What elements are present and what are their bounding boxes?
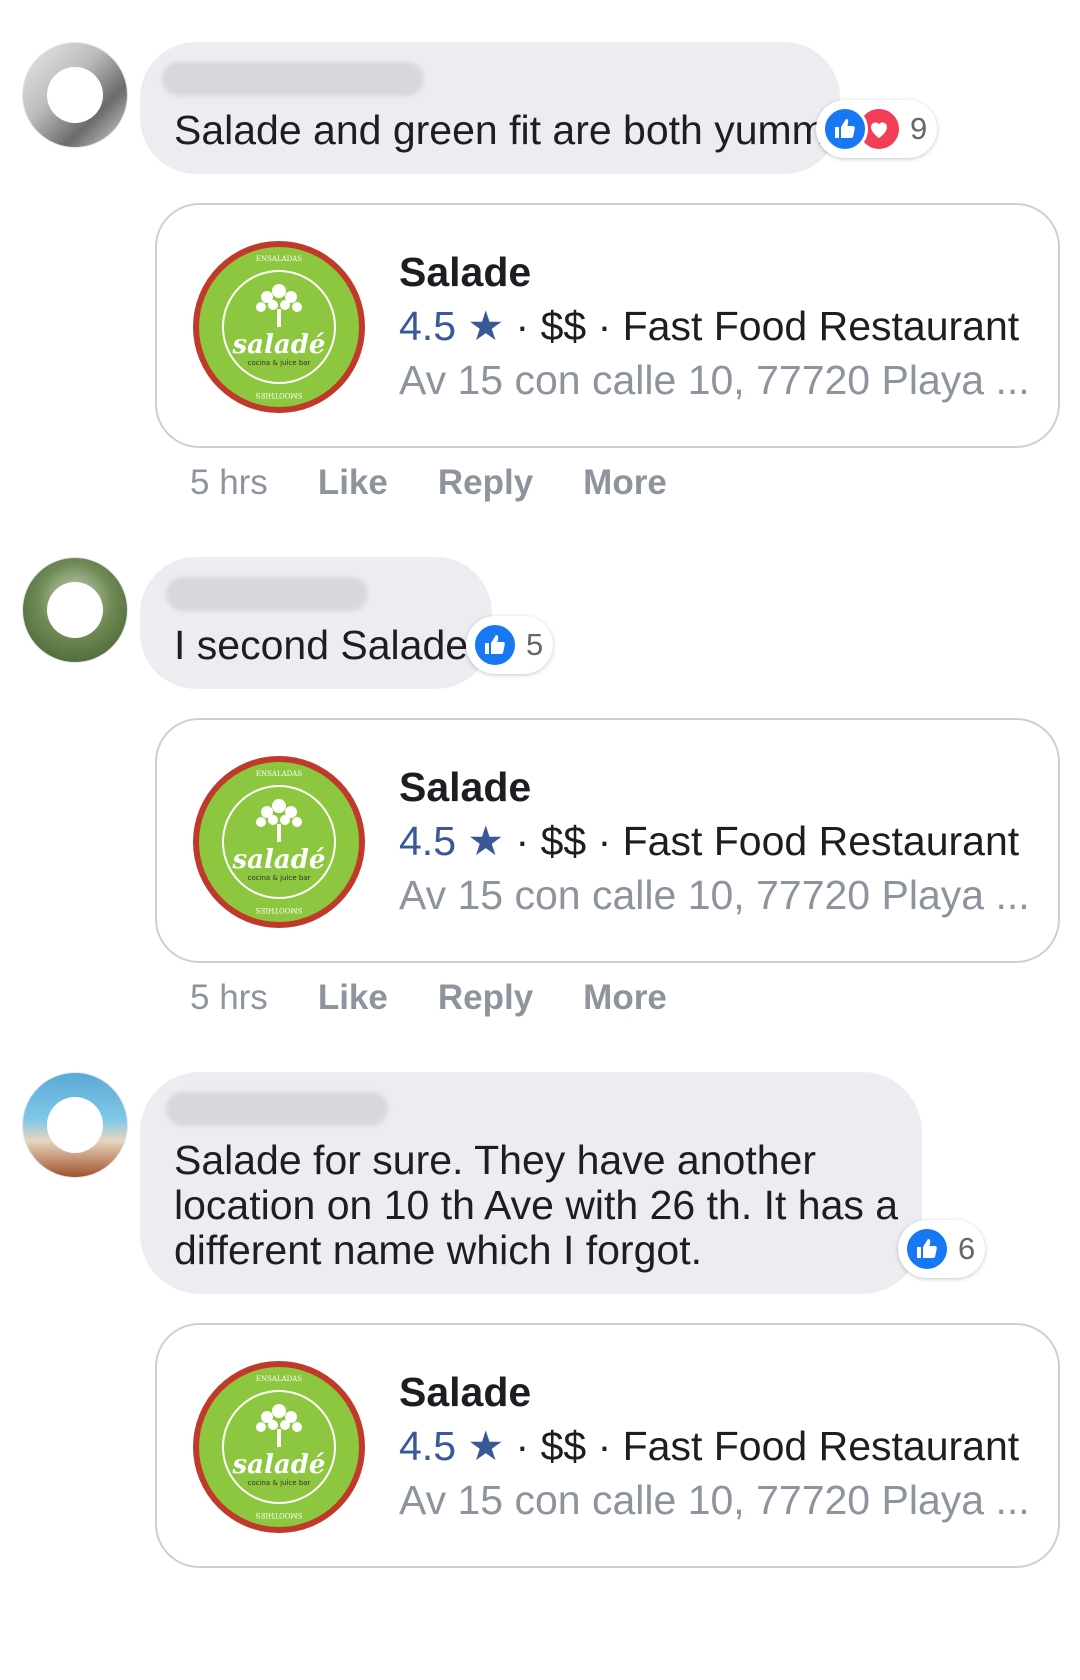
avatar-mask [47, 67, 103, 123]
place-meta: 4.5 ★ · $$ · Fast Food Restaurant [399, 817, 1019, 865]
like-icon [904, 1226, 950, 1272]
author-name-redacted[interactable] [166, 577, 368, 611]
timestamp[interactable]: 5 hrs [190, 978, 268, 1018]
place-card[interactable]: saladé cocina & juice bar ENSALADAS SMOO… [155, 1323, 1060, 1568]
place-price-category: · $$ · Fast Food Restaurant [504, 303, 1020, 349]
logo-ring-word: ENSALADAS [256, 1375, 302, 1383]
logo-tagline: cocina & juice bar [248, 359, 311, 367]
place-name: Salade [399, 1369, 532, 1415]
salade-logo: saladé cocina & juice bar ENSALADAS SMOO… [193, 1361, 365, 1533]
reaction-summary[interactable]: 6 [898, 1220, 986, 1278]
comment-text-line: Salade for sure. They have another [174, 1137, 816, 1183]
place-rating: 4.5 ★ [399, 1423, 505, 1469]
salade-logo: saladé cocina & juice bar ENSALADAS SMOO… [193, 241, 365, 413]
reaction-count: 6 [958, 1231, 976, 1266]
place-meta: 4.5 ★ · $$ · Fast Food Restaurant [399, 302, 1019, 350]
place-address: Av 15 con calle 10, 77720 Playa ... [399, 1477, 1030, 1523]
logo-tagline: cocina & juice bar [248, 1479, 311, 1487]
place-price-category: · $$ · Fast Food Restaurant [504, 818, 1020, 864]
comment-text-line: location on 10 th Ave with 26 th. It has… [174, 1182, 899, 1228]
logo-wordmark: saladé [232, 330, 326, 360]
logo-wordmark: saladé [232, 1450, 326, 1480]
comment-text: Salade and green fit are both yummy [174, 107, 847, 153]
reaction-count: 9 [910, 111, 928, 146]
avatar[interactable] [22, 1072, 128, 1178]
avatar[interactable] [22, 42, 128, 148]
comment-bubble[interactable]: Salade for sure. They have another locat… [140, 1072, 922, 1294]
logo-ring-word: SMOOTHIES [255, 1511, 302, 1519]
timestamp[interactable]: 5 hrs [190, 463, 268, 503]
author-name-redacted[interactable] [162, 62, 424, 96]
logo-ring-word: ENSALADAS [256, 770, 302, 778]
place-rating: 4.5 ★ [399, 303, 505, 349]
place-meta: 4.5 ★ · $$ · Fast Food Restaurant [399, 1422, 1019, 1470]
place-name: Salade [399, 249, 532, 295]
reply-button[interactable]: Reply [438, 978, 533, 1018]
place-card[interactable]: saladé cocina & juice bar ENSALADAS SMOO… [155, 203, 1060, 448]
comment-actions: 5 hrs Like Reply More [190, 978, 717, 1018]
place-name: Salade [399, 764, 532, 810]
comment-actions: 5 hrs Like Reply More [190, 463, 717, 503]
reaction-summary[interactable]: 9 [816, 100, 938, 158]
place-rating: 4.5 ★ [399, 818, 505, 864]
logo-wordmark: saladé [232, 845, 326, 875]
place-card[interactable]: saladé cocina & juice bar ENSALADAS SMOO… [155, 718, 1060, 963]
more-button[interactable]: More [583, 463, 667, 503]
avatar[interactable] [22, 557, 128, 663]
logo-ring-word: SMOOTHIES [255, 906, 302, 914]
more-button[interactable]: More [583, 978, 667, 1018]
logo-ring-word: SMOOTHIES [255, 391, 302, 399]
like-button[interactable]: Like [318, 463, 388, 503]
comment-text-line: different name which I forgot. [174, 1227, 702, 1273]
avatar-mask [47, 1097, 103, 1153]
place-price-category: · $$ · Fast Food Restaurant [504, 1423, 1020, 1469]
like-icon [472, 622, 518, 668]
like-icon [822, 106, 868, 152]
reaction-summary[interactable]: 5 [466, 616, 554, 674]
place-address: Av 15 con calle 10, 77720 Playa ... [399, 357, 1030, 403]
reply-button[interactable]: Reply [438, 463, 533, 503]
comment-bubble[interactable]: I second Salade! [140, 557, 492, 689]
salade-logo: saladé cocina & juice bar ENSALADAS SMOO… [193, 756, 365, 928]
comment-bubble[interactable]: Salade and green fit are both yummy [140, 42, 846, 174]
logo-tagline: cocina & juice bar [248, 874, 311, 882]
comment-text: I second Salade! [174, 622, 480, 668]
place-address: Av 15 con calle 10, 77720 Playa ... [399, 872, 1030, 918]
logo-ring-word: ENSALADAS [256, 255, 302, 263]
author-name-redacted[interactable] [166, 1092, 388, 1126]
avatar-mask [47, 582, 103, 638]
reaction-count: 5 [526, 627, 544, 662]
like-button[interactable]: Like [318, 978, 388, 1018]
